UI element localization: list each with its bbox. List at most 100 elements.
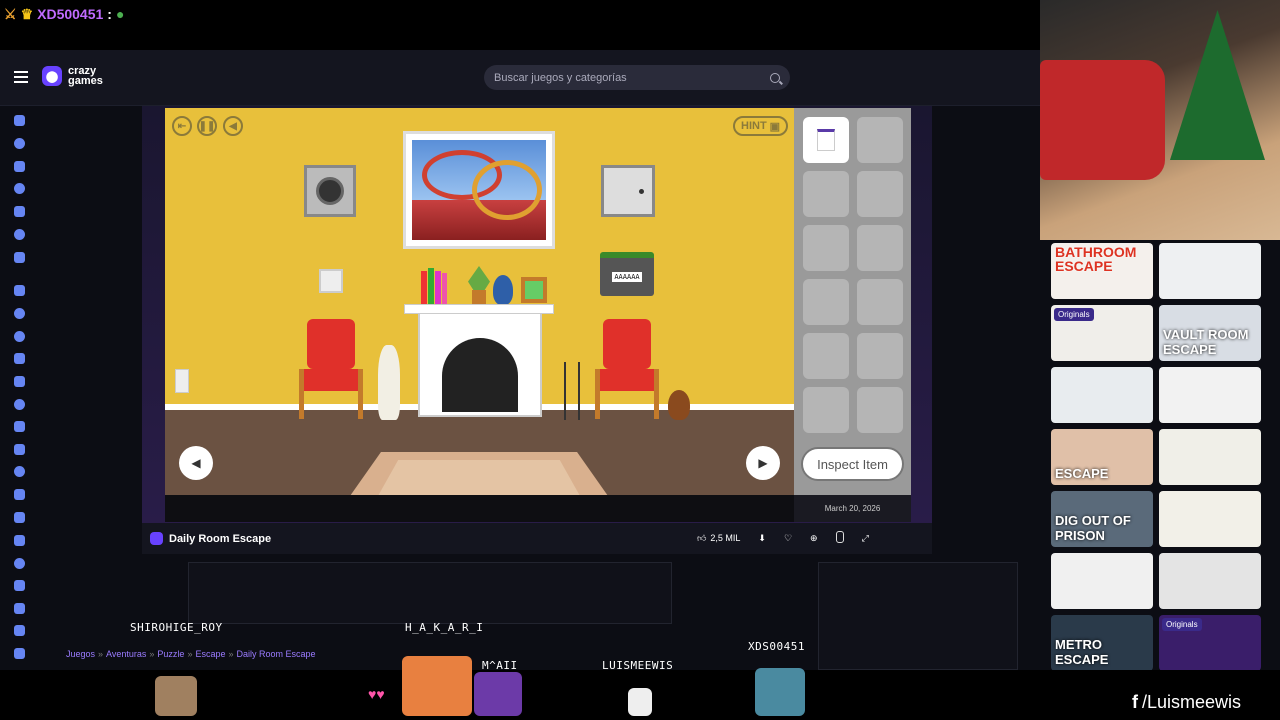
escape-icon[interactable] [14, 535, 25, 546]
updated-icon[interactable] [14, 206, 25, 217]
chair-leg [595, 369, 600, 419]
blue-vase[interactable] [493, 275, 513, 305]
report-button[interactable]: ⊕ [810, 533, 818, 544]
game-thumbnail[interactable]: DIG OUT OF PRISON [1051, 491, 1153, 547]
game-thumbnail[interactable]: VAULT ROOM ESCAPE [1159, 305, 1261, 361]
previous-wall-button[interactable]: ◀ [179, 446, 213, 480]
search-input[interactable]: Buscar juegos y categorías [494, 72, 627, 84]
book-pink[interactable] [435, 271, 441, 305]
clicker-icon[interactable] [14, 466, 25, 477]
game-thumbnail[interactable] [1159, 553, 1261, 609]
like-button[interactable]: 👍︎ 2,5 MIL [697, 533, 740, 544]
light-switch[interactable] [319, 269, 343, 293]
dislike-button[interactable]: ⬇ [758, 533, 766, 544]
driving-icon[interactable] [14, 512, 25, 523]
inventory-slot[interactable] [803, 333, 849, 379]
dragon-avatar [402, 656, 472, 716]
game-thumbnail[interactable]: BATHROOM ESCAPE [1051, 243, 1153, 299]
wall-safe-dial[interactable] [304, 165, 356, 217]
ghost-avatar [628, 688, 652, 716]
mobile-button[interactable] [835, 531, 844, 545]
casual-icon[interactable] [14, 444, 25, 455]
card-icon[interactable] [14, 421, 25, 432]
crazygames-logo[interactable]: ⬤ crazy games [42, 66, 112, 87]
game-thumbnail[interactable] [1159, 243, 1261, 299]
wall-safe-locked[interactable] [601, 165, 655, 217]
game-footer-bar [165, 495, 794, 522]
brown-vase[interactable] [668, 390, 690, 420]
breadcrumb-link[interactable]: Puzzle [157, 649, 184, 659]
new-icon[interactable] [14, 161, 25, 172]
game-thumbnail[interactable] [1159, 491, 1261, 547]
inventory-slot[interactable] [803, 387, 849, 433]
inventory-slot[interactable] [857, 225, 903, 271]
breadcrumb-link[interactable]: Juegos [66, 649, 95, 659]
left-chair[interactable] [307, 319, 355, 369]
rollercoaster-painting[interactable] [403, 131, 555, 249]
home-icon[interactable] [14, 115, 25, 126]
ad-slot [818, 562, 1018, 670]
sound-icon[interactable]: ◀ [223, 116, 243, 136]
horror-icon[interactable] [14, 580, 25, 591]
right-chair-seat [595, 369, 659, 391]
fps-icon[interactable] [14, 558, 25, 569]
crown-icon: ♛ [20, 5, 34, 22]
book-magenta[interactable] [442, 273, 447, 305]
fire-tools[interactable] [564, 362, 580, 420]
inventory-slot[interactable] [803, 225, 849, 271]
inspect-item-button[interactable]: Inspect Item [801, 447, 904, 481]
fireplace-opening[interactable] [442, 338, 518, 412]
io-icon[interactable] [14, 603, 25, 614]
exit-icon[interactable]: ⇤ [172, 116, 192, 136]
bike-icon[interactable] [14, 376, 25, 387]
game-thumbnail[interactable] [1159, 429, 1261, 485]
inventory-slot[interactable] [857, 171, 903, 217]
inventory-slot[interactable] [857, 279, 903, 325]
car-icon[interactable] [14, 399, 25, 410]
hint-button[interactable]: HINT ▣ [733, 116, 789, 136]
combination-lockbox[interactable]: AAAAAA [600, 252, 654, 296]
book-green[interactable] [428, 268, 434, 305]
next-wall-button[interactable]: ▶ [746, 446, 780, 480]
game-thumbnail[interactable] [1051, 367, 1153, 423]
inventory-slot[interactable] [857, 333, 903, 379]
basketball-icon[interactable] [14, 331, 25, 342]
book-red[interactable] [421, 271, 427, 305]
inventory-slot[interactable] [803, 117, 849, 163]
expand-icon: ⤢ [861, 532, 869, 543]
breadcrumb-link[interactable]: Aventuras [106, 649, 146, 659]
game-thumbnail[interactable] [1051, 553, 1153, 609]
game-thumbnail[interactable]: METRO ESCAPE [1051, 615, 1153, 671]
inventory-slot[interactable] [857, 387, 903, 433]
favorite-button[interactable]: ♡ [784, 533, 792, 544]
game-thumbnail[interactable] [1159, 367, 1261, 423]
originals-icon[interactable] [14, 229, 25, 240]
controller-icon[interactable] [14, 489, 25, 500]
inventory-slot[interactable] [857, 117, 903, 163]
inventory-slot[interactable] [803, 171, 849, 217]
power-outlet[interactable] [175, 369, 189, 393]
puzzle-icon[interactable] [14, 625, 25, 636]
right-chair[interactable] [603, 319, 651, 369]
menu-icon[interactable] [14, 71, 28, 83]
breadcrumb-link[interactable]: Escape [195, 649, 225, 659]
pause-icon[interactable]: ❚❚ [197, 116, 217, 136]
search-bar[interactable]: Buscar juegos y categorías [484, 65, 790, 90]
multiplayer-icon[interactable] [14, 252, 25, 263]
trending-icon[interactable] [14, 183, 25, 194]
beauty-icon[interactable] [14, 353, 25, 364]
search-icon[interactable] [770, 72, 780, 83]
action-icon[interactable] [14, 285, 25, 296]
game-thumbnail[interactable]: ESCAPE [1051, 429, 1153, 485]
inventory-slot[interactable] [803, 279, 849, 325]
game-date: March 20, 2026 [794, 495, 911, 522]
adventure-icon[interactable] [14, 308, 25, 319]
recent-icon[interactable] [14, 138, 25, 149]
white-vase[interactable] [378, 345, 400, 420]
small-frame[interactable] [521, 277, 547, 303]
tags-icon[interactable] [14, 648, 25, 659]
originals-badge: Originals [1162, 618, 1202, 631]
game-thumbnail[interactable]: Originals [1159, 615, 1261, 671]
game-thumbnail[interactable]: Originals [1051, 305, 1153, 361]
fullscreen-button[interactable]: ⤢ [862, 533, 869, 544]
